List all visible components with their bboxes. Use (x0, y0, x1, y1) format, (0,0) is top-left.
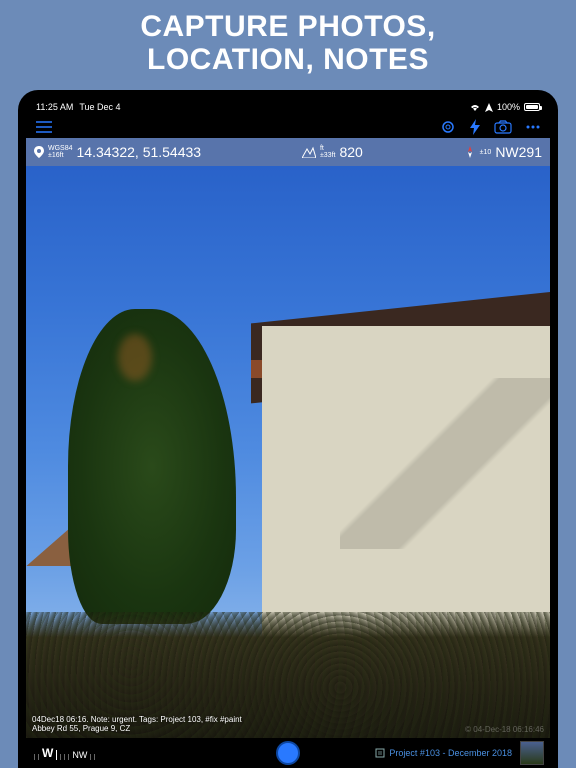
note-icon (375, 748, 385, 758)
last-photo-thumb[interactable] (520, 741, 544, 765)
altitude-value: 820 (339, 144, 362, 160)
heading-group[interactable]: ±10 NW291 (464, 144, 542, 160)
more-icon[interactable] (526, 125, 540, 129)
status-date: Tue Dec 4 (79, 102, 120, 112)
location-pin-icon (34, 146, 44, 158)
wall-shadow (340, 378, 550, 550)
altitude-group[interactable]: ft ±33ft 820 (302, 144, 363, 160)
screen: 11:25 AM Tue Dec 4 100% (26, 98, 550, 768)
tablet-frame: 11:25 AM Tue Dec 4 100% (18, 90, 558, 768)
watermark: © 04-Dec-18 06:16:46 (465, 725, 544, 734)
project-selector[interactable]: Project #103 - December 2018 (375, 748, 512, 758)
status-bar: 11:25 AM Tue Dec 4 100% (26, 98, 550, 116)
battery-icon (524, 103, 540, 111)
status-right: 100% (469, 102, 540, 112)
overlay-line2: Abbey Rd 55, Prague 9, CZ (32, 724, 242, 734)
coord-acc: ±16ft (48, 152, 73, 159)
status-left: 11:25 AM Tue Dec 4 (36, 102, 121, 112)
photo-overlay: 04Dec18 06:16. Note: urgent. Tags: Proje… (32, 715, 242, 734)
battery-percent: 100% (497, 102, 520, 112)
alt-unit: ft (320, 145, 336, 152)
viewfinder[interactable]: 04Dec18 06:16. Note: urgent. Tags: Proje… (26, 166, 550, 738)
compass-strip[interactable]: W NW (34, 746, 95, 760)
bottom-bar: W NW Project #103 - December 2018 (26, 738, 550, 768)
heading-acc: ±10 (480, 149, 492, 156)
coordinates: 14.34322, 51.54433 (77, 144, 202, 160)
camera-switch-icon[interactable] (494, 120, 512, 134)
compass-icon (464, 146, 476, 158)
wifi-icon (469, 103, 481, 112)
project-name: Project #103 - December 2018 (389, 748, 512, 758)
compass-major: W (42, 746, 53, 760)
coords-group[interactable]: WGS84 ±16ft 14.34322, 51.54433 (34, 144, 201, 160)
altitude-icon (302, 146, 316, 158)
overlay-line1: 04Dec18 06:16. Note: urgent. Tags: Proje… (32, 715, 242, 725)
location-status-icon (485, 103, 493, 112)
info-bar: WGS84 ±16ft 14.34322, 51.54433 ft ±33ft … (26, 138, 550, 166)
compass-minor: NW (72, 750, 87, 760)
banner-title: CAPTURE PHOTOS,LOCATION, NOTES (0, 10, 576, 76)
coord-sys: WGS84 (48, 145, 73, 152)
shutter-button[interactable] (276, 741, 300, 765)
menu-icon[interactable] (36, 121, 52, 133)
status-time: 11:25 AM (36, 102, 73, 112)
alt-acc: ±33ft (320, 152, 336, 159)
settings-icon[interactable] (440, 119, 456, 135)
app-header (26, 116, 550, 138)
flash-icon[interactable] (470, 119, 480, 135)
marketing-banner: CAPTURE PHOTOS,LOCATION, NOTES (0, 0, 576, 84)
heading-value: NW291 (495, 144, 542, 160)
